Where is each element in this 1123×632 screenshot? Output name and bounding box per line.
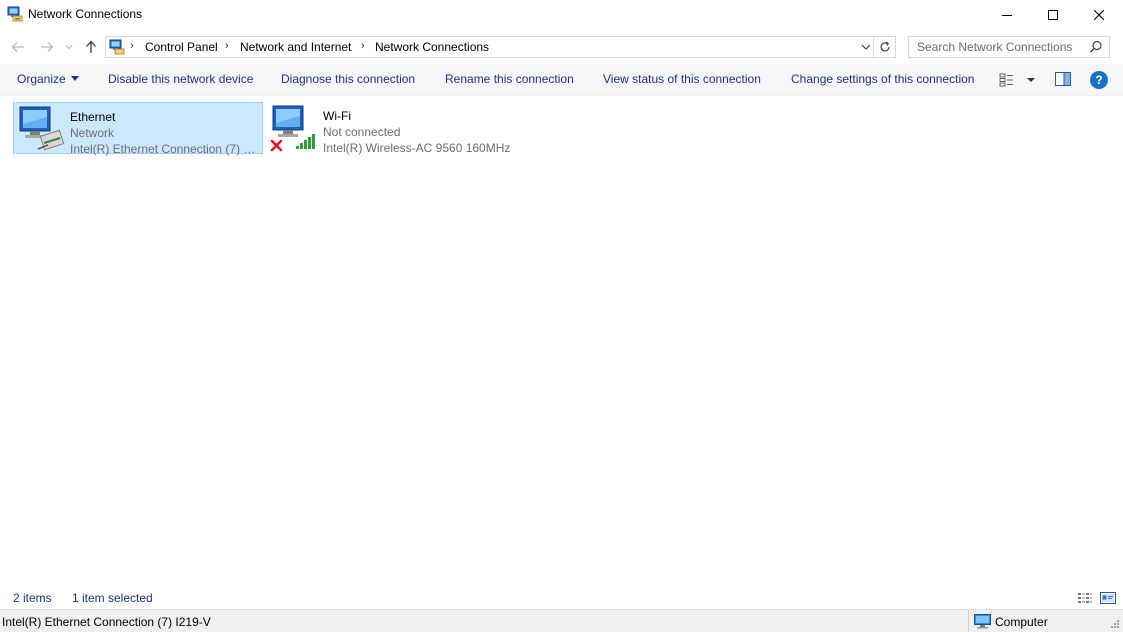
command-bar: Organize Disable this network device Dia… <box>0 64 1123 96</box>
title-bar[interactable]: Network Connections <box>0 0 1123 30</box>
tiles-view-button[interactable] <box>1100 591 1116 605</box>
status-bar: 2 items 1 item selected <box>0 587 1123 609</box>
refresh-icon <box>879 41 890 52</box>
resize-grip-icon[interactable] <box>1108 619 1120 631</box>
close-icon <box>1094 10 1104 20</box>
tiles-view-icon <box>1100 592 1116 604</box>
signal-bars-icon <box>296 134 315 149</box>
arrow-left-icon <box>11 42 24 52</box>
forward-button[interactable] <box>38 37 56 57</box>
divider <box>968 610 969 632</box>
selection-count: 1 item selected <box>72 591 153 605</box>
item-count: 2 items <box>13 591 52 605</box>
location-label: Computer <box>995 615 1048 629</box>
back-button[interactable] <box>9 37 27 57</box>
rename-button[interactable]: Rename this connection <box>445 72 574 86</box>
network-connections-icon <box>109 39 125 55</box>
chevron-right-icon[interactable]: › <box>130 40 134 52</box>
maximize-button[interactable] <box>1030 0 1076 30</box>
window-title: Network Connections <box>28 7 143 21</box>
view-options-icon <box>999 73 1013 87</box>
disconnected-x-icon <box>270 139 283 152</box>
details-bar: Intel(R) Ethernet Connection (7) I219-V … <box>0 609 1123 632</box>
disable-device-button[interactable]: Disable this network device <box>108 72 253 86</box>
close-button[interactable] <box>1076 0 1122 30</box>
organize-label: Organize <box>17 72 66 86</box>
selection-detail: Intel(R) Ethernet Connection (7) I219-V <box>2 615 211 629</box>
maximize-icon <box>1048 10 1058 20</box>
preview-pane-icon <box>1055 72 1071 86</box>
search-box[interactable] <box>908 36 1110 58</box>
navigation-bar: › Control Panel › Network and Internet ›… <box>0 32 1123 62</box>
connection-name: Wi-Fi <box>323 109 351 123</box>
address-bar[interactable]: › Control Panel › Network and Internet ›… <box>105 36 874 58</box>
chevron-right-icon[interactable]: › <box>361 40 365 52</box>
preview-pane-button[interactable] <box>1055 72 1071 86</box>
connection-status: Network <box>70 126 115 140</box>
arrow-right-icon <box>41 42 54 52</box>
caret-down-icon <box>1027 78 1035 82</box>
connection-item-ethernet[interactable]: Ethernet Network Intel(R) Ethernet Conne… <box>13 102 263 156</box>
connections-list: Ethernet Network Intel(R) Ethernet Conne… <box>0 97 1123 587</box>
search-icon[interactable] <box>1089 40 1103 54</box>
breadcrumb-network-connections[interactable]: Network Connections <box>375 40 489 54</box>
details-view-button[interactable] <box>1077 591 1093 605</box>
connection-name: Ethernet <box>70 110 116 124</box>
change-view-button[interactable] <box>999 71 1041 89</box>
wifi-adapter-icon <box>269 104 319 152</box>
connection-device: Intel(R) Wireless-AC 9560 160MHz <box>323 141 511 155</box>
details-view-icon <box>1078 593 1092 603</box>
chevron-down-icon <box>65 45 73 50</box>
refresh-button[interactable] <box>874 36 896 58</box>
connection-status: Not connected <box>323 125 401 139</box>
help-button[interactable]: ? <box>1090 71 1108 89</box>
view-status-button[interactable]: View status of this connection <box>603 72 761 86</box>
chevron-down-icon <box>861 44 871 50</box>
network-connections-icon <box>7 6 23 22</box>
minimize-icon <box>1002 15 1012 16</box>
breadcrumb-control-panel[interactable]: Control Panel <box>145 40 218 54</box>
change-settings-button[interactable]: Change settings of this connection <box>791 72 974 86</box>
address-dropdown-button[interactable] <box>858 39 874 55</box>
up-button[interactable] <box>82 37 100 57</box>
caret-down-icon <box>70 76 79 82</box>
diagnose-button[interactable]: Diagnose this connection <box>281 72 415 86</box>
chevron-right-icon[interactable]: › <box>225 40 229 52</box>
arrow-up-icon <box>86 40 96 53</box>
search-input[interactable] <box>909 37 1087 57</box>
connection-item-wifi[interactable]: Wi-Fi Not connected Intel(R) Wireless-AC… <box>267 102 517 155</box>
computer-icon <box>974 614 991 629</box>
organize-menu[interactable]: Organize <box>17 72 79 86</box>
ethernet-adapter-icon <box>16 105 66 153</box>
recent-locations-button[interactable] <box>63 37 75 57</box>
minimize-button[interactable] <box>984 0 1030 30</box>
connection-device: Intel(R) Ethernet Connection (7) I219-V <box>70 142 258 156</box>
breadcrumb-network-and-internet[interactable]: Network and Internet <box>240 40 351 54</box>
